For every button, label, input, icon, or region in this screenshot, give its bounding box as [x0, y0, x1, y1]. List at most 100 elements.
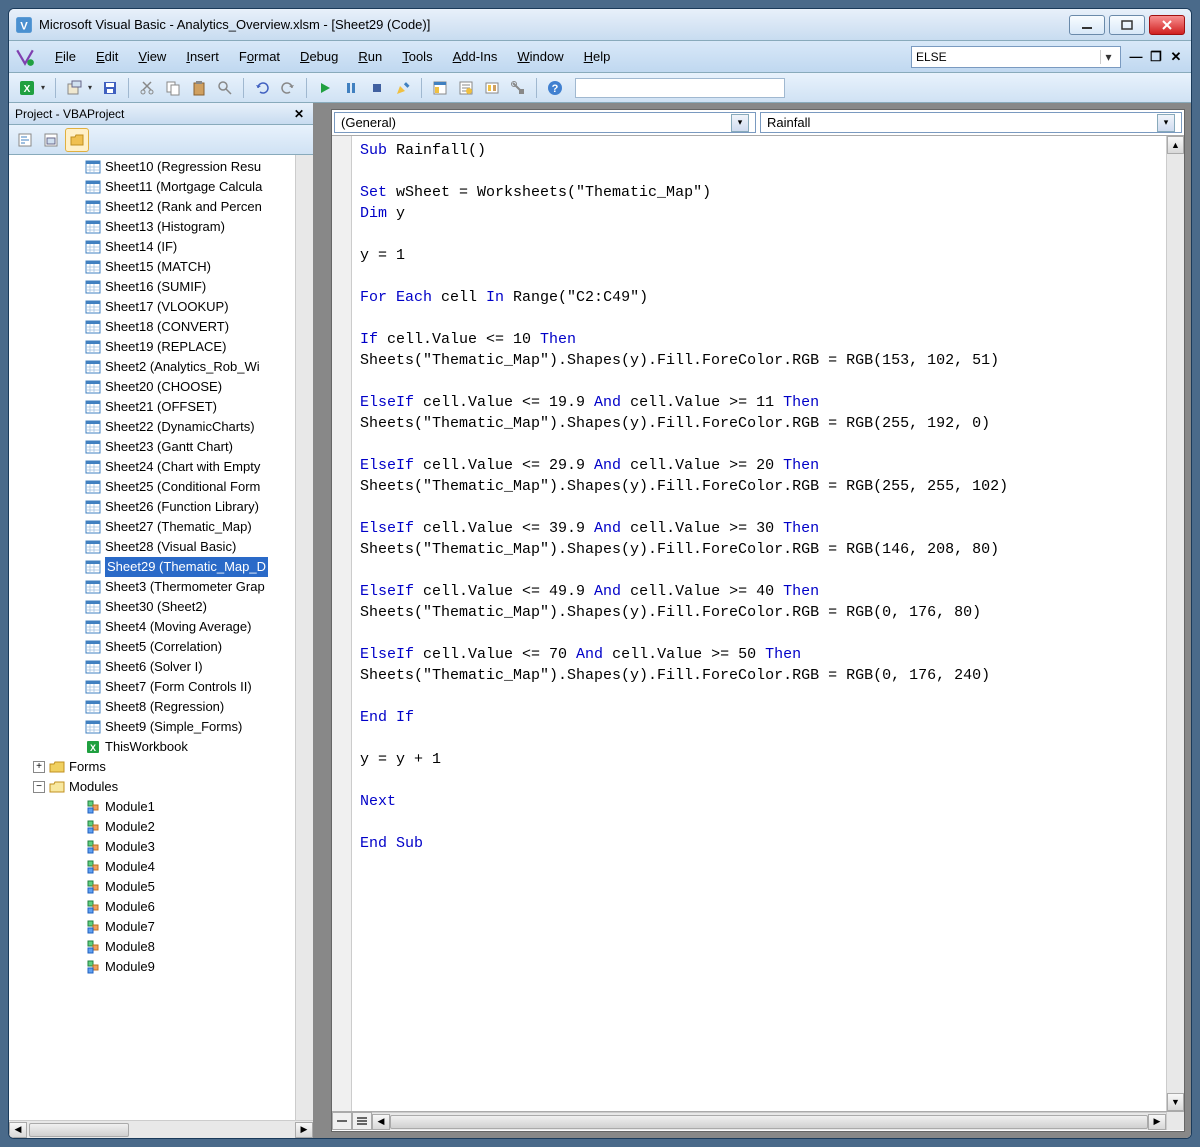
object-browser-button[interactable] [480, 76, 504, 100]
project-pane-titlebar[interactable]: Project - VBAProject ✕ [9, 103, 313, 125]
tree-horizontal-scrollbar[interactable]: ◀ ▶ [9, 1120, 313, 1138]
tree-item-module[interactable]: Module4 [13, 857, 313, 877]
dropdown-icon[interactable]: ▾ [731, 114, 749, 132]
scroll-right-icon[interactable]: ▶ [295, 1122, 313, 1138]
design-mode-button[interactable] [391, 76, 415, 100]
code-margin[interactable] [332, 136, 352, 1111]
code-horizontal-scrollbar[interactable]: ◀ ▶ [372, 1112, 1166, 1130]
stop-button[interactable] [365, 76, 389, 100]
tree-folder-modules[interactable]: −Modules [13, 777, 313, 797]
toolbox-button[interactable] [506, 76, 530, 100]
menu-insert[interactable]: Insert [176, 45, 229, 68]
tree-item-module[interactable]: Module6 [13, 897, 313, 917]
tree-item-sheet[interactable]: Sheet29 (Thematic_Map_D [13, 557, 313, 577]
view-code-button[interactable] [13, 128, 37, 152]
tree-item-sheet[interactable]: Sheet8 (Regression) [13, 697, 313, 717]
tree-item-module[interactable]: Module7 [13, 917, 313, 937]
menu-file[interactable]: File [45, 45, 86, 68]
paste-button[interactable] [187, 76, 211, 100]
dropdown-icon[interactable]: ▾ [88, 83, 96, 92]
break-button[interactable] [339, 76, 363, 100]
menu-format[interactable]: Format [229, 45, 290, 68]
excel-button[interactable]: X [15, 76, 39, 100]
tree-item-module[interactable]: Module3 [13, 837, 313, 857]
find-button[interactable] [213, 76, 237, 100]
tree-item-sheet[interactable]: Sheet9 (Simple_Forms) [13, 717, 313, 737]
tree-item-sheet[interactable]: Sheet25 (Conditional Form [13, 477, 313, 497]
mdi-minimize-button[interactable]: — [1127, 48, 1145, 66]
pane-close-button[interactable]: ✕ [291, 107, 307, 121]
help-search-combo[interactable]: ELSE ▾ [911, 46, 1121, 68]
titlebar[interactable]: V Microsoft Visual Basic - Analytics_Ove… [9, 9, 1191, 41]
scroll-up-icon[interactable]: ▲ [1167, 136, 1184, 154]
menu-help[interactable]: Help [574, 45, 621, 68]
project-tree[interactable]: Sheet10 (Regression ResuSheet11 (Mortgag… [9, 155, 313, 1120]
tree-item-sheet[interactable]: Sheet12 (Rank and Percen [13, 197, 313, 217]
tree-item-sheet[interactable]: Sheet16 (SUMIF) [13, 277, 313, 297]
menu-window[interactable]: Window [507, 45, 573, 68]
procedure-combo[interactable]: Rainfall ▾ [760, 112, 1182, 133]
tree-item-sheet[interactable]: Sheet27 (Thematic_Map) [13, 517, 313, 537]
tree-item-sheet[interactable]: Sheet2 (Analytics_Rob_Wi [13, 357, 313, 377]
help-button[interactable]: ? [543, 76, 567, 100]
scroll-left-icon[interactable]: ◀ [372, 1114, 390, 1130]
tree-folder-forms[interactable]: +Forms [13, 757, 313, 777]
dropdown-icon[interactable]: ▾ [1157, 114, 1175, 132]
close-button[interactable] [1149, 15, 1185, 35]
tree-item-sheet[interactable]: Sheet24 (Chart with Empty [13, 457, 313, 477]
tree-item-sheet[interactable]: Sheet21 (OFFSET) [13, 397, 313, 417]
cut-button[interactable] [135, 76, 159, 100]
tree-item-sheet[interactable]: Sheet3 (Thermometer Grap [13, 577, 313, 597]
code-vertical-scrollbar[interactable]: ▲ ▼ [1166, 136, 1184, 1111]
tree-item-module[interactable]: Module9 [13, 957, 313, 977]
run-button[interactable] [313, 76, 337, 100]
maximize-button[interactable] [1109, 15, 1145, 35]
toggle-folders-button[interactable] [65, 128, 89, 152]
redo-button[interactable] [276, 76, 300, 100]
tree-item-sheet[interactable]: Sheet17 (VLOOKUP) [13, 297, 313, 317]
copy-button[interactable] [161, 76, 185, 100]
tree-item-sheet[interactable]: Sheet10 (Regression Resu [13, 157, 313, 177]
tree-item-sheet[interactable]: XThisWorkbook [13, 737, 313, 757]
scroll-left-icon[interactable]: ◀ [9, 1122, 27, 1138]
mdi-restore-button[interactable]: ❐ [1147, 48, 1165, 66]
insert-button[interactable] [62, 76, 86, 100]
scroll-down-icon[interactable]: ▼ [1167, 1093, 1184, 1111]
menu-edit[interactable]: Edit [86, 45, 128, 68]
tree-item-sheet[interactable]: Sheet23 (Gantt Chart) [13, 437, 313, 457]
project-explorer-button[interactable] [428, 76, 452, 100]
save-button[interactable] [98, 76, 122, 100]
tree-item-sheet[interactable]: Sheet20 (CHOOSE) [13, 377, 313, 397]
properties-button[interactable] [454, 76, 478, 100]
dropdown-icon[interactable]: ▾ [1100, 50, 1116, 64]
tree-item-sheet[interactable]: Sheet11 (Mortgage Calcula [13, 177, 313, 197]
tree-item-sheet[interactable]: Sheet18 (CONVERT) [13, 317, 313, 337]
tree-item-module[interactable]: Module1 [13, 797, 313, 817]
tree-item-sheet[interactable]: Sheet22 (DynamicCharts) [13, 417, 313, 437]
full-module-view-button[interactable] [352, 1112, 372, 1130]
menu-run[interactable]: Run [348, 45, 392, 68]
tree-item-sheet[interactable]: Sheet30 (Sheet2) [13, 597, 313, 617]
tree-item-module[interactable]: Module8 [13, 937, 313, 957]
tree-vertical-scrollbar[interactable] [295, 155, 313, 1120]
tree-item-sheet[interactable]: Sheet6 (Solver I) [13, 657, 313, 677]
tree-item-sheet[interactable]: Sheet4 (Moving Average) [13, 617, 313, 637]
object-combo[interactable]: (General) ▾ [334, 112, 756, 133]
dropdown-icon[interactable]: ▾ [41, 83, 49, 92]
tree-item-sheet[interactable]: Sheet13 (Histogram) [13, 217, 313, 237]
minimize-button[interactable] [1069, 15, 1105, 35]
tree-item-sheet[interactable]: Sheet5 (Correlation) [13, 637, 313, 657]
tree-item-sheet[interactable]: Sheet28 (Visual Basic) [13, 537, 313, 557]
tree-item-sheet[interactable]: Sheet14 (IF) [13, 237, 313, 257]
tree-item-sheet[interactable]: Sheet19 (REPLACE) [13, 337, 313, 357]
tree-item-module[interactable]: Module2 [13, 817, 313, 837]
tree-item-sheet[interactable]: Sheet15 (MATCH) [13, 257, 313, 277]
tree-item-sheet[interactable]: Sheet7 (Form Controls II) [13, 677, 313, 697]
menu-tools[interactable]: Tools [392, 45, 442, 68]
menu-view[interactable]: View [128, 45, 176, 68]
mdi-close-button[interactable]: ✕ [1167, 48, 1185, 66]
tree-item-module[interactable]: Module5 [13, 877, 313, 897]
menu-add-ins[interactable]: Add-Ins [443, 45, 508, 68]
tree-item-sheet[interactable]: Sheet26 (Function Library) [13, 497, 313, 517]
view-object-button[interactable] [39, 128, 63, 152]
